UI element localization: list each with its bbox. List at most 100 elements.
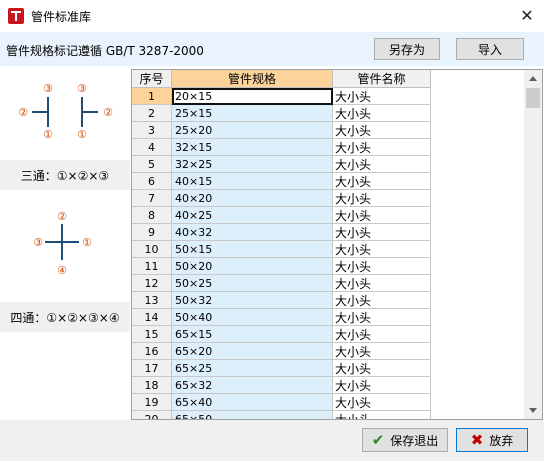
fitting-spec-grid[interactable]: 序号 管件规格 管件名称 1 20×15 大小头 2 25×15 大小头 3 25×20 大小头… xyxy=(131,69,543,420)
table-row[interactable]: 14 50×40 大小头 xyxy=(132,309,431,326)
table-row[interactable]: 2 25×15 大小头 xyxy=(132,105,431,122)
row-number-cell[interactable]: 12 xyxy=(132,275,172,292)
cross-diagram: ② ③ ① ④ xyxy=(33,210,92,277)
spec-cell[interactable]: 32×25 xyxy=(172,156,333,173)
table-row[interactable]: 10 50×15 大小头 xyxy=(132,241,431,258)
table-row[interactable]: 9 40×32 大小头 xyxy=(132,224,431,241)
name-cell[interactable]: 大小头 xyxy=(333,343,431,360)
name-cell[interactable]: 大小头 xyxy=(333,122,431,139)
name-cell[interactable]: 大小头 xyxy=(333,411,431,419)
row-number-cell[interactable]: 19 xyxy=(132,394,172,411)
row-number-cell[interactable]: 9 xyxy=(132,224,172,241)
header-spec[interactable]: 管件规格 xyxy=(172,70,333,88)
tee-caption: 三通：①×②×③ xyxy=(0,160,130,190)
spec-cell[interactable]: 50×15 xyxy=(172,241,333,258)
discard-button[interactable]: ✖ 放弃 xyxy=(456,428,528,452)
row-number-cell[interactable]: 1 xyxy=(132,88,172,105)
spec-cell[interactable]: 65×25 xyxy=(172,360,333,377)
row-number-cell[interactable]: 16 xyxy=(132,343,172,360)
table-row[interactable]: 1 20×15 大小头 xyxy=(132,88,431,105)
name-cell[interactable]: 大小头 xyxy=(333,207,431,224)
name-cell[interactable]: 大小头 xyxy=(333,275,431,292)
toolbar: 管件规格标记遵循 GB/T 3287-2000 另存为 导入 xyxy=(0,32,544,66)
spec-cell[interactable]: 32×15 xyxy=(172,139,333,156)
check-icon: ✔ xyxy=(371,431,385,449)
row-number-cell[interactable]: 18 xyxy=(132,377,172,394)
name-cell[interactable]: 大小头 xyxy=(333,360,431,377)
row-number-cell[interactable]: 4 xyxy=(132,139,172,156)
spec-cell[interactable]: 50×32 xyxy=(172,292,333,309)
table-row[interactable]: 5 32×25 大小头 xyxy=(132,156,431,173)
table-row[interactable]: 17 65×25 大小头 xyxy=(132,360,431,377)
spec-cell[interactable]: 65×20 xyxy=(172,343,333,360)
table-row[interactable]: 4 32×15 大小头 xyxy=(132,139,431,156)
spec-cell[interactable]: 50×25 xyxy=(172,275,333,292)
cross-label-right: ① xyxy=(82,236,92,249)
name-cell[interactable]: 大小头 xyxy=(333,105,431,122)
row-number-cell[interactable]: 6 xyxy=(132,173,172,190)
name-cell[interactable]: 大小头 xyxy=(333,309,431,326)
scroll-up-icon[interactable] xyxy=(529,76,537,81)
spec-cell[interactable]: 65×50 xyxy=(172,411,333,419)
import-button[interactable]: 导入 xyxy=(456,38,524,60)
row-number-cell[interactable]: 17 xyxy=(132,360,172,377)
table-row[interactable]: 11 50×20 大小头 xyxy=(132,258,431,275)
row-number-cell[interactable]: 3 xyxy=(132,122,172,139)
name-cell[interactable]: 大小头 xyxy=(333,139,431,156)
scrollbar-thumb[interactable] xyxy=(526,88,540,108)
name-cell[interactable]: 大小头 xyxy=(333,394,431,411)
spec-cell[interactable]: 40×15 xyxy=(172,173,333,190)
row-number-cell[interactable]: 14 xyxy=(132,309,172,326)
close-button[interactable]: ✕ xyxy=(510,0,544,30)
table-row[interactable]: 15 65×15 大小头 xyxy=(132,326,431,343)
spec-cell[interactable]: 65×40 xyxy=(172,394,333,411)
save-exit-button[interactable]: ✔ 保存退出 xyxy=(362,428,448,452)
table-row[interactable]: 6 40×15 大小头 xyxy=(132,173,431,190)
name-cell[interactable]: 大小头 xyxy=(333,292,431,309)
spec-cell[interactable]: 25×15 xyxy=(172,105,333,122)
name-cell[interactable]: 大小头 xyxy=(333,156,431,173)
spec-cell[interactable]: 65×15 xyxy=(172,326,333,343)
name-cell[interactable]: 大小头 xyxy=(333,377,431,394)
spec-cell[interactable]: 40×32 xyxy=(172,224,333,241)
spec-cell[interactable]: 50×40 xyxy=(172,309,333,326)
cross-label-top: ② xyxy=(57,210,67,223)
header-no[interactable]: 序号 xyxy=(132,70,172,88)
row-number-cell[interactable]: 11 xyxy=(132,258,172,275)
row-number-cell[interactable]: 7 xyxy=(132,190,172,207)
name-cell[interactable]: 大小头 xyxy=(333,224,431,241)
row-number-cell[interactable]: 13 xyxy=(132,292,172,309)
spec-cell[interactable]: 50×20 xyxy=(172,258,333,275)
header-name[interactable]: 管件名称 xyxy=(333,70,431,88)
spec-cell[interactable]: 20×15 xyxy=(172,88,333,105)
row-number-cell[interactable]: 5 xyxy=(132,156,172,173)
spec-cell[interactable]: 65×32 xyxy=(172,377,333,394)
name-cell[interactable]: 大小头 xyxy=(333,173,431,190)
vertical-scrollbar[interactable] xyxy=(524,70,542,419)
spec-cell[interactable]: 40×20 xyxy=(172,190,333,207)
spec-cell[interactable]: 40×25 xyxy=(172,207,333,224)
table-row[interactable]: 18 65×32 大小头 xyxy=(132,377,431,394)
table-row[interactable]: 19 65×40 大小头 xyxy=(132,394,431,411)
row-number-cell[interactable]: 8 xyxy=(132,207,172,224)
row-number-cell[interactable]: 2 xyxy=(132,105,172,122)
table-row[interactable]: 12 50×25 大小头 xyxy=(132,275,431,292)
row-number-cell[interactable]: 20 xyxy=(132,411,172,419)
row-number-cell[interactable]: 10 xyxy=(132,241,172,258)
table-row[interactable]: 3 25×20 大小头 xyxy=(132,122,431,139)
table-row[interactable]: 16 65×20 大小头 xyxy=(132,343,431,360)
name-cell[interactable]: 大小头 xyxy=(333,190,431,207)
table-row[interactable]: 8 40×25 大小头 xyxy=(132,207,431,224)
spec-cell[interactable]: 25×20 xyxy=(172,122,333,139)
name-cell[interactable]: 大小头 xyxy=(333,241,431,258)
scroll-down-icon[interactable] xyxy=(529,408,537,413)
save-as-button[interactable]: 另存为 xyxy=(374,38,440,60)
row-number-cell[interactable]: 15 xyxy=(132,326,172,343)
table-row[interactable]: 7 40×20 大小头 xyxy=(132,190,431,207)
name-cell[interactable]: 大小头 xyxy=(333,326,431,343)
table-row[interactable]: 20 65×50 大小头 xyxy=(132,411,431,419)
name-cell[interactable]: 大小头 xyxy=(333,258,431,275)
name-cell[interactable]: 大小头 xyxy=(333,88,431,105)
cross-icon: ✖ xyxy=(470,431,484,449)
table-row[interactable]: 13 50×32 大小头 xyxy=(132,292,431,309)
